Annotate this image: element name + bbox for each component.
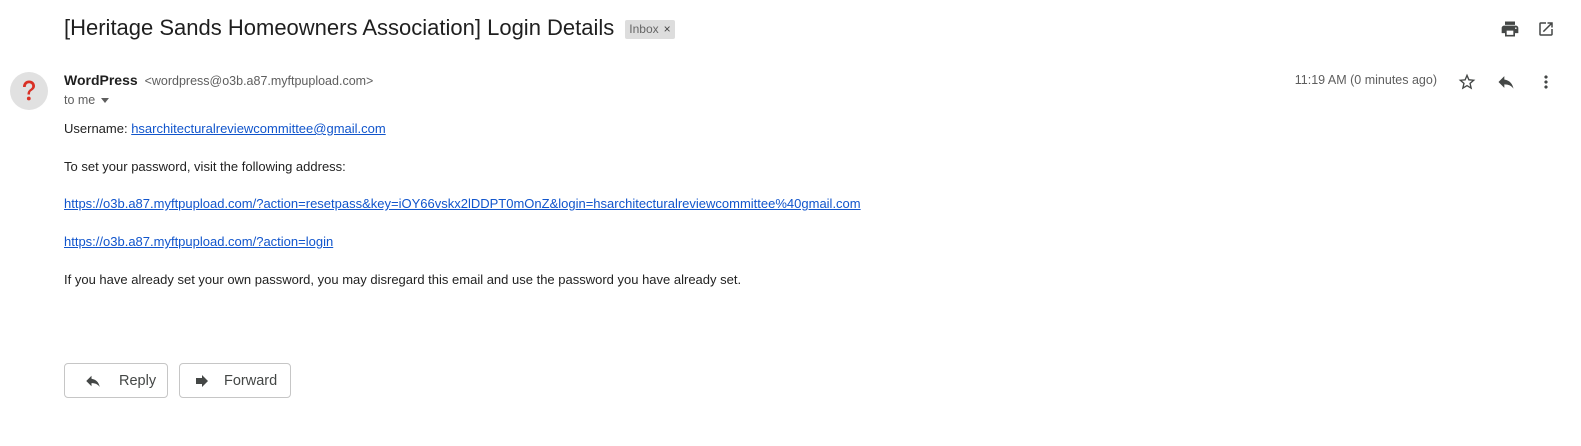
reset-password-link[interactable]: https://o3b.a87.myftpupload.com/?action=… <box>64 196 861 211</box>
forward-label: Forward <box>224 372 278 389</box>
username-label: Username: <box>64 121 128 136</box>
recipient-label: to me <box>64 93 96 107</box>
email-subject-row: [Heritage Sands Homeowners Association] … <box>64 15 675 41</box>
remove-label-button[interactable]: × <box>664 22 671 37</box>
reply-icon[interactable] <box>1494 70 1518 94</box>
email-subject: [Heritage Sands Homeowners Association] … <box>64 15 615 40</box>
reply-label: Reply <box>119 372 157 389</box>
login-link-line: https://o3b.a87.myftpupload.com/?action=… <box>64 234 333 249</box>
sender-email: <wordpress@o3b.a87.myftpupload.com> <box>144 74 374 88</box>
star-icon[interactable] <box>1455 70 1479 94</box>
open-in-new-window-icon[interactable] <box>1534 17 1558 41</box>
label-text: Inbox <box>629 21 659 36</box>
forward-button[interactable]: Forward <box>179 363 291 398</box>
recipient-details-toggle[interactable]: to me <box>64 93 110 107</box>
reply-button[interactable]: Reply <box>64 363 168 398</box>
print-icon[interactable] <box>1498 17 1522 41</box>
reset-link-line: https://o3b.a87.myftpupload.com/?action=… <box>64 196 861 211</box>
inbox-label-chip[interactable]: Inbox × <box>625 19 675 39</box>
unknown-sender-icon <box>23 80 35 101</box>
sender-name[interactable]: WordPress <box>64 72 138 88</box>
disclaimer-text: If you have already set your own passwor… <box>64 272 742 287</box>
login-link[interactable]: https://o3b.a87.myftpupload.com/?action=… <box>64 234 333 249</box>
reply-icon <box>86 375 100 387</box>
forward-icon <box>196 374 208 387</box>
sender-avatar <box>10 72 48 110</box>
username-email-link[interactable]: hsarchitecturalreviewcommittee@gmail.com <box>131 121 386 136</box>
username-line: Username: hsarchitecturalreviewcommittee… <box>64 121 386 136</box>
instruction-text: To set your password, visit the followin… <box>64 159 346 174</box>
more-vertical-icon[interactable] <box>1534 70 1558 94</box>
chevron-down-icon[interactable] <box>101 97 110 103</box>
email-timestamp: 11:19 AM (0 minutes ago) <box>1294 73 1437 87</box>
sender-line: WordPress <wordpress@o3b.a87.myftpupload… <box>64 72 373 88</box>
